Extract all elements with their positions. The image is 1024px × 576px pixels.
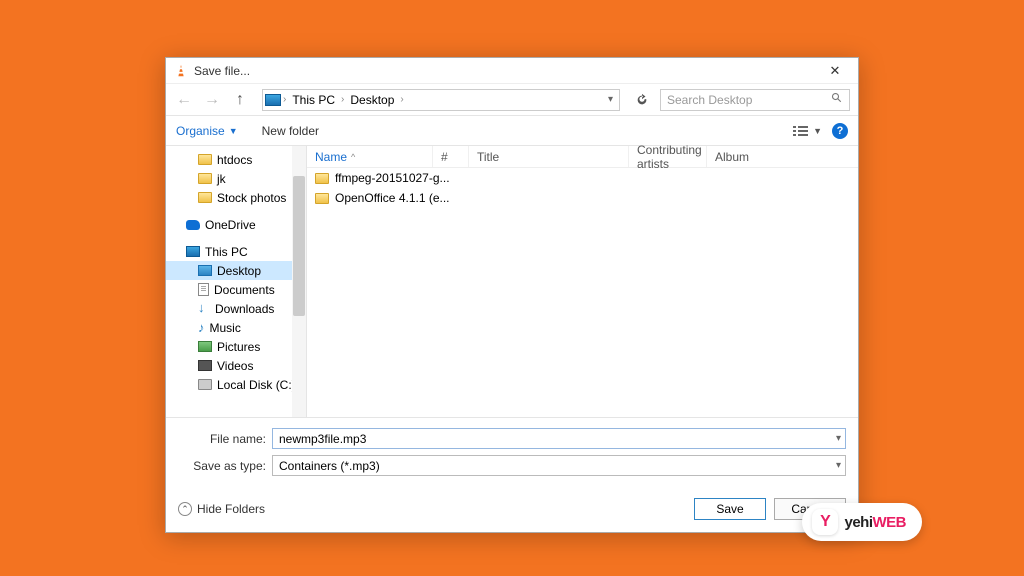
column-number[interactable]: # <box>433 146 469 167</box>
up-button[interactable]: ↑ <box>230 90 250 110</box>
chevron-right-icon[interactable]: › <box>283 94 286 105</box>
vlc-icon <box>174 64 188 78</box>
file-list: Name^ # Title Contributing artists Album… <box>307 146 858 417</box>
filename-input[interactable]: newmp3file.mp3 ▾ <box>272 428 846 449</box>
column-headers: Name^ # Title Contributing artists Album <box>307 146 858 168</box>
column-title[interactable]: Title <box>469 146 629 167</box>
tree-item-local-disk[interactable]: Local Disk (C:) <box>166 375 306 394</box>
tree-item-videos[interactable]: Videos <box>166 356 306 375</box>
tree-item-music[interactable]: ♪Music <box>166 318 306 337</box>
breadcrumb-desktop[interactable]: Desktop <box>346 93 398 107</box>
folder-tree: htdocs jk Stock photos OneDrive This PC … <box>166 146 307 417</box>
savetype-select[interactable]: Containers (*.mp3) ▾ <box>272 455 846 476</box>
column-album[interactable]: Album <box>707 146 787 167</box>
dialog-footer: File name: newmp3file.mp3 ▾ Save as type… <box>166 417 858 532</box>
chevron-right-icon[interactable]: › <box>400 94 403 105</box>
column-name[interactable]: Name^ <box>307 146 433 167</box>
chevron-right-icon[interactable]: › <box>341 94 344 105</box>
list-item[interactable]: ffmpeg-20151027-g... <box>307 168 858 188</box>
list-view-icon <box>793 125 809 137</box>
tree-item-pictures[interactable]: Pictures <box>166 337 306 356</box>
dialog-body: htdocs jk Stock photos OneDrive This PC … <box>166 146 858 417</box>
tree-item-jk[interactable]: jk <box>166 169 306 188</box>
tree-item-onedrive[interactable]: OneDrive <box>166 215 306 234</box>
hide-folders-toggle[interactable]: ⌃ Hide Folders <box>178 502 265 516</box>
address-dropdown[interactable]: ▾ <box>604 94 617 105</box>
videos-icon <box>198 360 212 371</box>
music-icon: ♪ <box>198 320 205 335</box>
new-folder-button[interactable]: New folder <box>262 124 319 138</box>
chevron-down-icon[interactable]: ▾ <box>836 433 841 444</box>
list-item[interactable]: OpenOffice 4.1.1 (e... <box>307 188 858 208</box>
chevron-down-icon[interactable]: ▾ <box>836 460 841 471</box>
folder-icon <box>198 173 212 184</box>
onedrive-icon <box>186 220 200 230</box>
tree-item-stock-photos[interactable]: Stock photos <box>166 188 306 207</box>
back-button[interactable]: ← <box>174 90 194 110</box>
sort-indicator: ^ <box>351 152 355 162</box>
pc-icon <box>265 94 281 106</box>
view-options-button[interactable]: ▼ <box>793 125 822 137</box>
watermark-text: yehiWEB <box>844 514 906 531</box>
chevron-up-icon: ⌃ <box>178 502 192 516</box>
pictures-icon <box>198 341 212 352</box>
address-bar[interactable]: › This PC › Desktop › ▾ <box>262 89 620 111</box>
folder-icon <box>315 173 329 184</box>
organise-menu[interactable]: Organise ▼ <box>176 124 238 138</box>
watermark-logo: Y <box>812 509 838 535</box>
filename-label: File name: <box>178 432 272 446</box>
tree-item-htdocs[interactable]: htdocs <box>166 150 306 169</box>
tree-scrollbar[interactable] <box>292 146 306 417</box>
tree-item-desktop[interactable]: Desktop <box>166 261 306 280</box>
breadcrumb-this-pc[interactable]: This PC <box>288 93 339 107</box>
help-button[interactable]: ? <box>832 123 848 139</box>
save-button[interactable]: Save <box>694 498 766 520</box>
folder-icon <box>198 154 212 165</box>
download-icon <box>198 303 210 315</box>
search-placeholder: Search Desktop <box>667 93 752 107</box>
disk-icon <box>198 379 212 390</box>
tree-item-downloads[interactable]: Downloads <box>166 299 306 318</box>
tree-item-documents[interactable]: Documents <box>166 280 306 299</box>
dialog-title: Save file... <box>194 64 820 78</box>
pc-icon <box>186 246 200 257</box>
column-artists[interactable]: Contributing artists <box>629 146 707 167</box>
search-icon <box>831 92 843 107</box>
folder-icon <box>315 193 329 204</box>
navigation-row: ← → ↑ › This PC › Desktop › ▾ Search Des… <box>166 84 858 116</box>
save-file-dialog: Save file... ✕ ← → ↑ › This PC › Desktop… <box>165 57 859 533</box>
folder-icon <box>198 192 212 203</box>
chevron-down-icon: ▼ <box>229 126 238 136</box>
chevron-down-icon: ▼ <box>813 126 822 136</box>
tree-item-this-pc[interactable]: This PC <box>166 242 306 261</box>
toolbar: Organise ▼ New folder ▼ ? <box>166 116 858 146</box>
forward-button: → <box>202 90 222 110</box>
search-input[interactable]: Search Desktop <box>660 89 850 111</box>
title-bar: Save file... ✕ <box>166 58 858 84</box>
refresh-button[interactable] <box>632 90 652 110</box>
document-icon <box>198 283 209 296</box>
desktop-icon <box>198 265 212 276</box>
close-button[interactable]: ✕ <box>820 63 850 79</box>
savetype-label: Save as type: <box>178 459 272 473</box>
watermark: Y yehiWEB <box>802 503 922 541</box>
scrollbar-thumb[interactable] <box>293 176 305 316</box>
